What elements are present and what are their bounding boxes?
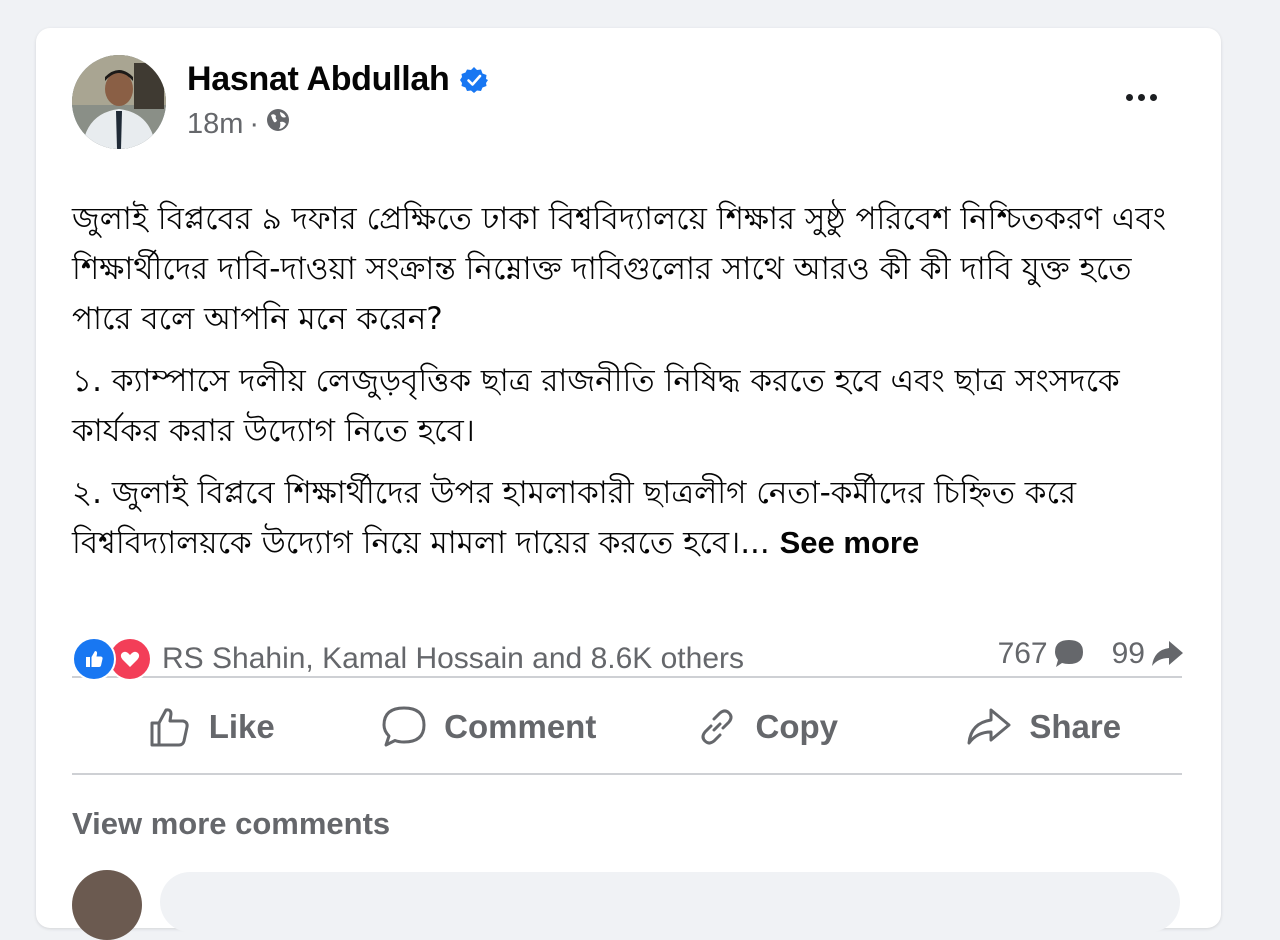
post-time[interactable]: 18m: [187, 108, 243, 141]
post-header: Hasnat Abdullah 18m ·: [72, 55, 1185, 155]
post-paragraph: ২. জুলাই বিপ্লবে শিক্ষার্থীদের উপর হামলা…: [72, 468, 1182, 568]
share-count[interactable]: 99: [1112, 637, 1185, 671]
share-icon: [967, 708, 1011, 745]
comment-input[interactable]: [160, 872, 1180, 932]
thumbs-up-icon: [150, 708, 189, 747]
more-dot: [1149, 93, 1157, 101]
author-name[interactable]: Hasnat Abdullah: [187, 60, 450, 99]
comment-count[interactable]: 767: [998, 637, 1086, 671]
reactors-text[interactable]: RS Shahin, Kamal Hossain and 8.6K others: [162, 642, 744, 676]
author-line: Hasnat Abdullah: [187, 60, 488, 99]
share-count-value: 99: [1111, 637, 1145, 670]
copy-label: Copy: [755, 708, 839, 745]
divider: [72, 773, 1182, 775]
author-avatar[interactable]: [72, 55, 166, 149]
more-options-icon[interactable]: [1113, 83, 1169, 111]
post-paragraph: ১. ক্যাম্পাসে দলীয় লেজুড়বৃত্তিক ছাত্র …: [72, 363, 1120, 449]
post-body: জুলাই বিপ্লবের ৯ দফার প্রেক্ষিতে ঢাকা বি…: [72, 194, 1182, 580]
like-label: Like: [208, 708, 275, 745]
meta-separator: ·: [249, 107, 260, 140]
post-card: Hasnat Abdullah 18m · জুলাই বিপ্লবের ৯ দ…: [36, 28, 1221, 928]
link-icon: [701, 709, 732, 745]
like-reaction-icon: [72, 637, 116, 681]
comment-button[interactable]: Comment: [350, 692, 628, 762]
globe-icon[interactable]: [265, 107, 291, 141]
view-more-comments-link[interactable]: View more comments: [72, 806, 390, 842]
post-paragraph-text: ২. জুলাই বিপ্লবে শিক্ষার্থীদের উপর হামলা…: [72, 475, 1077, 561]
see-more-link[interactable]: See more: [780, 525, 920, 560]
post-actions: Like Comment Copy Share: [72, 680, 1182, 774]
reactions-summary[interactable]: RS Shahin, Kamal Hossain and 8.6K others: [72, 637, 744, 681]
commenter-avatar[interactable]: [72, 870, 142, 940]
copy-button[interactable]: Copy: [627, 692, 905, 762]
share-label: Share: [1029, 708, 1122, 745]
engagement-counts: 767 99: [998, 637, 1185, 671]
share-button[interactable]: Share: [905, 692, 1183, 762]
like-button[interactable]: Like: [72, 692, 350, 762]
verified-badge-icon: [459, 66, 488, 94]
comment-bubble-icon: [1054, 640, 1083, 667]
comment-label: Comment: [444, 708, 597, 745]
share-arrow-icon: [1152, 641, 1183, 666]
post-meta: 18m ·: [187, 107, 291, 141]
comment-icon: [382, 706, 426, 747]
post-paragraph: জুলাই বিপ্লবের ৯ দফার প্রেক্ষিতে ঢাকা বি…: [72, 201, 1166, 337]
divider: [72, 676, 1182, 678]
avatar-photo: [72, 55, 166, 149]
more-dot: [1125, 93, 1133, 101]
comment-count-value: 767: [997, 637, 1048, 670]
more-dot: [1137, 93, 1145, 101]
